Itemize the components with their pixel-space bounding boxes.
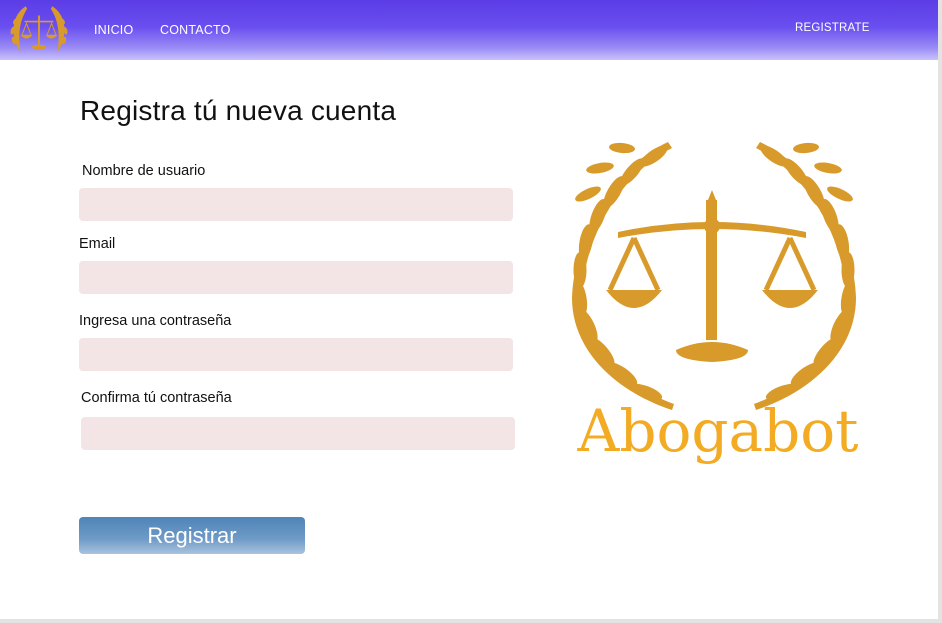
nav-link-inicio[interactable]: INICIO: [94, 23, 133, 37]
confirm-password-input[interactable]: [81, 417, 515, 450]
confirm-password-label: Confirma tú contraseña: [81, 390, 232, 406]
register-button[interactable]: Registrar: [79, 517, 305, 554]
password-label: Ingresa una contraseña: [79, 313, 232, 329]
page-frame: INICIO CONTACTO REGISTRATE Registra tú n…: [0, 0, 942, 623]
email-input[interactable]: [79, 261, 513, 294]
email-label: Email: [79, 236, 116, 252]
username-input[interactable]: [79, 188, 513, 221]
page-title: Registra tú nueva cuenta: [80, 95, 397, 126]
scales-of-justice-laurel-icon: [572, 142, 856, 410]
brand-name: Abogabot: [577, 397, 859, 465]
username-label: Nombre de usuario: [82, 163, 206, 179]
top-navbar: INICIO CONTACTO REGISTRATE: [0, 0, 938, 60]
scales-of-justice-laurel-icon[interactable]: [6, 1, 72, 59]
password-input[interactable]: [79, 338, 513, 371]
nav-link-contacto[interactable]: CONTACTO: [160, 23, 231, 37]
nav-link-registrate[interactable]: REGISTRATE: [795, 22, 870, 34]
